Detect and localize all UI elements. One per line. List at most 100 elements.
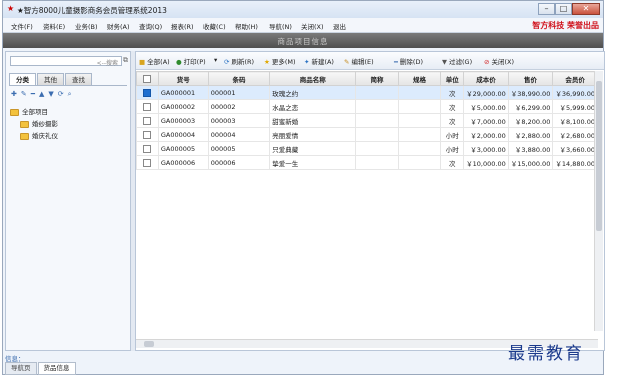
vertical-scrollbar[interactable] [594, 71, 603, 331]
menu-report[interactable]: 报表(R) [171, 21, 194, 31]
row-checkbox[interactable] [136, 127, 159, 142]
column-header[interactable]: 商品名称 [269, 71, 357, 86]
cell-name: 只爱典藏 [269, 141, 357, 156]
scroll-thumb[interactable] [144, 341, 154, 347]
more-button[interactable]: ★ 更多(M) [264, 56, 296, 66]
brand-label: 智方科技 荣誉出品 [532, 20, 599, 30]
column-header[interactable]: 条码 [207, 71, 271, 86]
minimize-button[interactable]: – [538, 3, 555, 15]
search-placeholder: <--搜索 [96, 60, 118, 67]
menu-finance[interactable]: 财务(A) [107, 21, 130, 31]
refresh-button[interactable]: ⟳ 刷新(R) [224, 56, 254, 66]
menu-close[interactable]: 关闭(X) [301, 21, 324, 31]
close-button[interactable]: ⊘ 关闭(X) [484, 56, 514, 66]
menu-help[interactable]: 帮助(H) [235, 21, 258, 31]
window-controls: – □ ✕ [538, 3, 600, 15]
cell-name: 玫瑰之约 [269, 85, 357, 100]
edit-icon[interactable]: ✎ [21, 89, 27, 99]
cell-unit: 次 [440, 99, 465, 114]
table-row[interactable]: GA000002 000002 水晶之恋 次 ￥5,000.00 ￥6,299.… [136, 99, 598, 114]
refresh-icon[interactable]: ⟳ [58, 89, 64, 99]
cell-cost: ￥29,000.00 [463, 85, 509, 100]
table-row[interactable]: GA000006 000006 挚爱一生 次 ￥10,000.00 ￥15,00… [136, 155, 598, 170]
refresh-icon: ⟳ [224, 58, 230, 66]
menu-business[interactable]: 业务(B) [75, 21, 98, 31]
title-bar: ★ ★智方8000儿童摄影商务会员管理系统2013 – □ ✕ [3, 1, 603, 19]
cell-member-price: ￥8,100.00 [552, 113, 598, 128]
delete-button[interactable]: ━ 删除(D) [394, 56, 423, 66]
table-row[interactable]: GA000004 000004 亮丽爱情 小时 ￥2,000.00 ￥2,880… [136, 127, 598, 142]
add-icon[interactable]: ✚ [11, 89, 17, 99]
panel-title: 商品项目信息 [277, 37, 329, 46]
move-up-icon[interactable]: ▲ [39, 89, 44, 99]
scroll-thumb[interactable] [596, 81, 602, 231]
folder-icon [10, 108, 19, 116]
row-checkbox[interactable] [136, 99, 159, 114]
cell-price: ￥2,880.00 [507, 127, 554, 142]
move-down-icon[interactable]: ▼ [48, 89, 53, 99]
delete-icon: ━ [394, 58, 398, 66]
tree-node-label: 婚纱摄影 [32, 120, 58, 128]
product-table: 货号 条码 商品名称 简称 规格 单位 成本价 售价 会员价 GA000001 [136, 71, 598, 170]
folder-icon [20, 132, 29, 140]
tab-divider [9, 85, 127, 86]
column-header[interactable]: 会员价 [552, 71, 598, 86]
all-button-label: 全部(A) [147, 58, 170, 66]
table-row[interactable]: GA000001 000001 玫瑰之约 次 ￥29,000.00 ￥38,99… [136, 85, 598, 100]
menu-query[interactable]: 查询(Q) [139, 21, 162, 31]
edit-button[interactable]: ✎ 编辑(E) [344, 56, 374, 66]
cell-barcode: 000001 [207, 85, 271, 100]
close-icon: ⊘ [484, 58, 490, 66]
cell-abbr [355, 85, 399, 100]
cell-barcode: 000006 [207, 155, 271, 170]
column-header[interactable]: 简称 [355, 71, 399, 86]
menu-navigate[interactable]: 导航(N) [269, 21, 292, 31]
close-window-button[interactable]: ✕ [572, 3, 600, 15]
product-panel: ■ 全部(A) ● 打印(P) ▾ ⟳ 刷新(R) ★ 更多(M) ✦ 新建(A) ✎ 编辑… [135, 51, 605, 351]
cell-code: GA000004 [157, 127, 209, 142]
column-header[interactable]: 售价 [507, 71, 554, 86]
main-window: ★ ★智方8000儿童摄影商务会员管理系统2013 – □ ✕ 文件(F) 资料… [2, 0, 605, 375]
bottom-tabs: 导航页 货品信息 [5, 362, 77, 375]
new-button[interactable]: ✦ 新建(A) [304, 56, 334, 66]
tree-node-child[interactable]: 婚庆礼仪 [20, 130, 58, 142]
cell-cost: ￥5,000.00 [463, 99, 509, 114]
column-header[interactable]: 货号 [157, 71, 209, 86]
find-icon[interactable]: ⌕ [68, 89, 72, 99]
column-header[interactable]: 规格 [397, 71, 442, 86]
window-title: ★智方8000儿童摄影商务会员管理系统2013 [17, 6, 167, 15]
tab-product-info[interactable]: 货品信息 [37, 362, 76, 375]
cell-abbr [355, 99, 399, 114]
column-header[interactable]: 单位 [440, 71, 465, 86]
table-row[interactable]: GA000003 000003 甜蜜新婚 次 ￥7,000.00 ￥8,200.… [136, 113, 598, 128]
cell-abbr [355, 141, 399, 156]
tree-node-root[interactable]: 全部项目 [10, 106, 58, 118]
table-row[interactable]: GA000005 000005 只爱典藏 小时 ￥3,000.00 ￥3,880… [136, 141, 598, 156]
category-search-input[interactable]: <--搜索 [10, 56, 122, 67]
remove-icon[interactable]: ━ [31, 89, 35, 99]
search-icon[interactable]: ⧉ [123, 56, 128, 65]
cell-barcode: 000003 [207, 113, 271, 128]
refresh-button-label: 刷新(R) [231, 58, 255, 66]
print-button[interactable]: ● 打印(P) [176, 56, 206, 66]
select-all-checkbox[interactable] [136, 71, 159, 86]
filter-button-label: 过滤(G) [449, 58, 473, 66]
column-header[interactable]: 成本价 [463, 71, 509, 86]
print-dropdown[interactable]: ▾ [214, 56, 219, 64]
row-checkbox[interactable] [136, 113, 159, 128]
menu-favorites[interactable]: 收藏(C) [203, 21, 226, 31]
row-checkbox[interactable] [136, 141, 159, 156]
menu-data[interactable]: 资料(E) [43, 21, 65, 31]
row-checkbox[interactable] [136, 155, 159, 170]
menu-file[interactable]: 文件(F) [11, 21, 33, 31]
all-button[interactable]: ■ 全部(A) [139, 56, 170, 66]
cell-unit: 次 [440, 155, 465, 170]
tab-navigation-page[interactable]: 导航页 [5, 362, 37, 375]
tree-node-child[interactable]: 婚纱摄影 [20, 118, 58, 130]
maximize-button[interactable]: □ [555, 3, 572, 15]
filter-button[interactable]: ▼ 过滤(G) [442, 56, 472, 66]
row-checkbox[interactable] [136, 85, 159, 100]
menu-exit[interactable]: 退出 [333, 21, 346, 31]
cell-price: ￥8,200.00 [507, 113, 554, 128]
cell-member-price: ￥2,680.00 [552, 127, 598, 142]
